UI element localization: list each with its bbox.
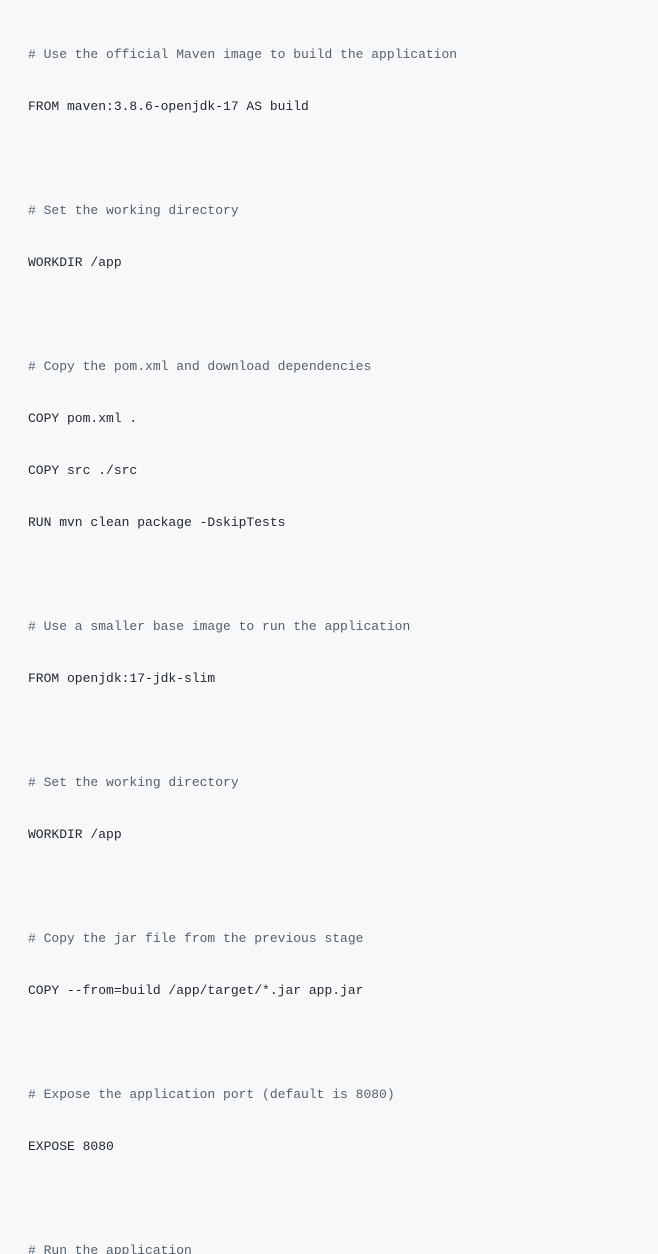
blank-line [28, 562, 658, 588]
code-line: WORKDIR /app [28, 822, 658, 848]
blank-line [28, 146, 658, 172]
code-line-comment: # Copy the jar file from the previous st… [28, 926, 658, 952]
blank-line [28, 874, 658, 900]
code-line: WORKDIR /app [28, 250, 658, 276]
code-line: EXPOSE 8080 [28, 1134, 658, 1160]
code-line-comment: # Copy the pom.xml and download dependen… [28, 354, 658, 380]
code-line-comment: # Set the working directory [28, 770, 658, 796]
code-line: COPY src ./src [28, 458, 658, 484]
code-line: COPY --from=build /app/target/*.jar app.… [28, 978, 658, 1004]
blank-line [28, 718, 658, 744]
blank-line [28, 1186, 658, 1212]
code-line-comment: # Use the official Maven image to build … [28, 42, 658, 68]
code-line: FROM openjdk:17-jdk-slim [28, 666, 658, 692]
dockerfile-code-block: # Use the official Maven image to build … [28, 16, 658, 1254]
code-line-comment: # Use a smaller base image to run the ap… [28, 614, 658, 640]
code-line: FROM maven:3.8.6-openjdk-17 AS build [28, 94, 658, 120]
code-line: RUN mvn clean package -DskipTests [28, 510, 658, 536]
code-line-comment: # Set the working directory [28, 198, 658, 224]
blank-line [28, 1030, 658, 1056]
code-line-comment: # Run the application [28, 1238, 658, 1254]
blank-line [28, 302, 658, 328]
code-line: COPY pom.xml . [28, 406, 658, 432]
code-line-comment: # Expose the application port (default i… [28, 1082, 658, 1108]
